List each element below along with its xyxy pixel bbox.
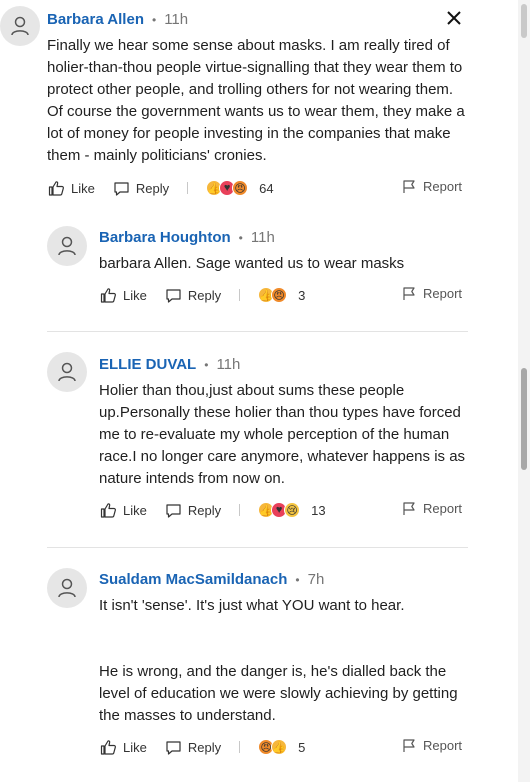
reaction-count: 5 — [298, 739, 306, 755]
author-name[interactable]: Sualdam MacSamildanach — [99, 571, 287, 588]
reply-button[interactable]: Reply — [165, 739, 221, 756]
reaction-summary[interactable]: 😠 👍 5 — [258, 739, 305, 755]
comment-text: barbara Allen. Sage wanted us to wear ma… — [99, 255, 405, 272]
comment-text: Holier than thou,just about sums these p… — [99, 382, 466, 487]
comment-divider — [47, 547, 468, 548]
like-button[interactable]: Like — [100, 287, 147, 304]
reply-label: Reply — [187, 287, 222, 303]
reaction-summary[interactable]: 👍 ♥ 😠 64 — [206, 180, 274, 196]
reaction-summary[interactable]: 👍 ♥ 😢 13 — [258, 502, 326, 518]
comment-actions: Like Reply 😠 👍 5 — [100, 736, 305, 758]
reply-icon — [114, 181, 129, 196]
report-label: Report — [423, 179, 463, 194]
report-button[interactable]: Report — [402, 179, 462, 194]
user-icon — [58, 236, 76, 256]
comment-text: Finally we hear some sense about masks. … — [47, 37, 465, 164]
report-label: Report — [423, 286, 463, 301]
reaction-count: 3 — [298, 287, 306, 303]
report-label: Report — [423, 738, 463, 753]
timestamp: 11h — [250, 229, 275, 246]
meta-separator: • — [151, 12, 157, 27]
author-name[interactable]: Barbara Houghton — [99, 229, 231, 246]
divider — [239, 289, 241, 301]
like-label: Like — [123, 739, 147, 755]
reply-icon — [166, 503, 181, 518]
user-icon — [58, 362, 76, 382]
like-button[interactable]: Like — [100, 739, 147, 756]
reply-icon — [166, 740, 181, 755]
like-label: Like — [123, 287, 147, 303]
comment-body: Finally we hear some sense about masks. … — [47, 35, 472, 167]
close-icon — [447, 11, 461, 25]
timestamp: 7h — [307, 571, 325, 588]
comment-body: Holier than thou,just about sums these p… — [99, 380, 469, 490]
flag-icon — [403, 502, 415, 515]
comment-actions: Like Reply 👍 ♥ 😢 13 — [100, 499, 326, 521]
thumbs-up-icon — [100, 287, 116, 303]
flag-icon — [403, 180, 415, 193]
reply-label: Reply — [135, 180, 170, 196]
close-button[interactable] — [444, 8, 464, 28]
divider — [187, 182, 189, 194]
scrollbar[interactable] — [518, 0, 530, 782]
reaction-count: 13 — [311, 502, 326, 518]
flag-icon — [403, 287, 415, 300]
scrollbar-track-marker — [521, 4, 527, 38]
reaction-summary[interactable]: 👍 😠 3 — [258, 287, 305, 303]
reply-button[interactable]: Reply — [165, 502, 221, 519]
comment-body: barbara Allen. Sage wanted us to wear ma… — [99, 253, 474, 275]
meta-separator: • — [295, 572, 300, 587]
comment-header: Barbara Allen • 11h — [47, 11, 188, 28]
divider — [239, 504, 241, 516]
angry-reaction-icon: 😠 — [271, 287, 288, 303]
comment-body: It isn't 'sense'. It's just what YOU wan… — [99, 595, 469, 727]
thumbs-up-icon — [48, 180, 64, 196]
comment-header: Barbara Houghton • 11h — [99, 229, 275, 246]
like-button[interactable]: Like — [48, 180, 95, 197]
report-label: Report — [423, 501, 463, 516]
angry-reaction-icon: 😠 — [232, 180, 249, 196]
sad-reaction-icon: 😢 — [284, 502, 301, 518]
avatar[interactable] — [0, 6, 40, 46]
thumbs-up-icon — [100, 739, 116, 755]
like-button[interactable]: Like — [100, 502, 147, 519]
comment-header: Sualdam MacSamildanach • 7h — [99, 571, 324, 588]
report-button[interactable]: Report — [402, 286, 462, 301]
reply-icon — [166, 288, 181, 303]
like-reaction-icon: 👍 — [271, 739, 288, 755]
comment-header: ELLIE DUVAL • 11h — [99, 356, 240, 373]
reply-label: Reply — [187, 502, 222, 518]
comment-actions: Like Reply 👍 ♥ 😠 64 — [48, 177, 274, 199]
avatar[interactable] — [47, 226, 87, 266]
like-label: Like — [123, 502, 147, 518]
user-icon — [58, 578, 76, 598]
meta-separator: • — [204, 357, 209, 372]
reply-button[interactable]: Reply — [113, 180, 169, 197]
thumbs-up-icon — [100, 502, 116, 518]
report-button[interactable]: Report — [402, 738, 462, 753]
avatar[interactable] — [47, 568, 87, 608]
report-button[interactable]: Report — [402, 501, 462, 516]
meta-separator: • — [238, 230, 243, 245]
user-icon — [11, 16, 29, 36]
reaction-count: 64 — [259, 180, 274, 196]
scrollbar-thumb[interactable] — [521, 368, 527, 470]
reply-button[interactable]: Reply — [165, 287, 221, 304]
avatar[interactable] — [47, 352, 87, 392]
comment-text: He is wrong, and the danger is, he's dia… — [99, 663, 458, 724]
comment-divider — [47, 331, 468, 332]
reply-label: Reply — [187, 739, 222, 755]
author-name[interactable]: Barbara Allen — [47, 11, 144, 28]
timestamp: 11h — [164, 11, 189, 28]
comment-text: It isn't 'sense'. It's just what YOU wan… — [99, 597, 405, 614]
timestamp: 11h — [216, 356, 241, 373]
divider — [239, 741, 241, 753]
author-name[interactable]: ELLIE DUVAL — [99, 356, 196, 373]
like-label: Like — [71, 180, 95, 196]
flag-icon — [403, 739, 415, 752]
comment-actions: Like Reply 👍 😠 3 — [100, 284, 305, 306]
